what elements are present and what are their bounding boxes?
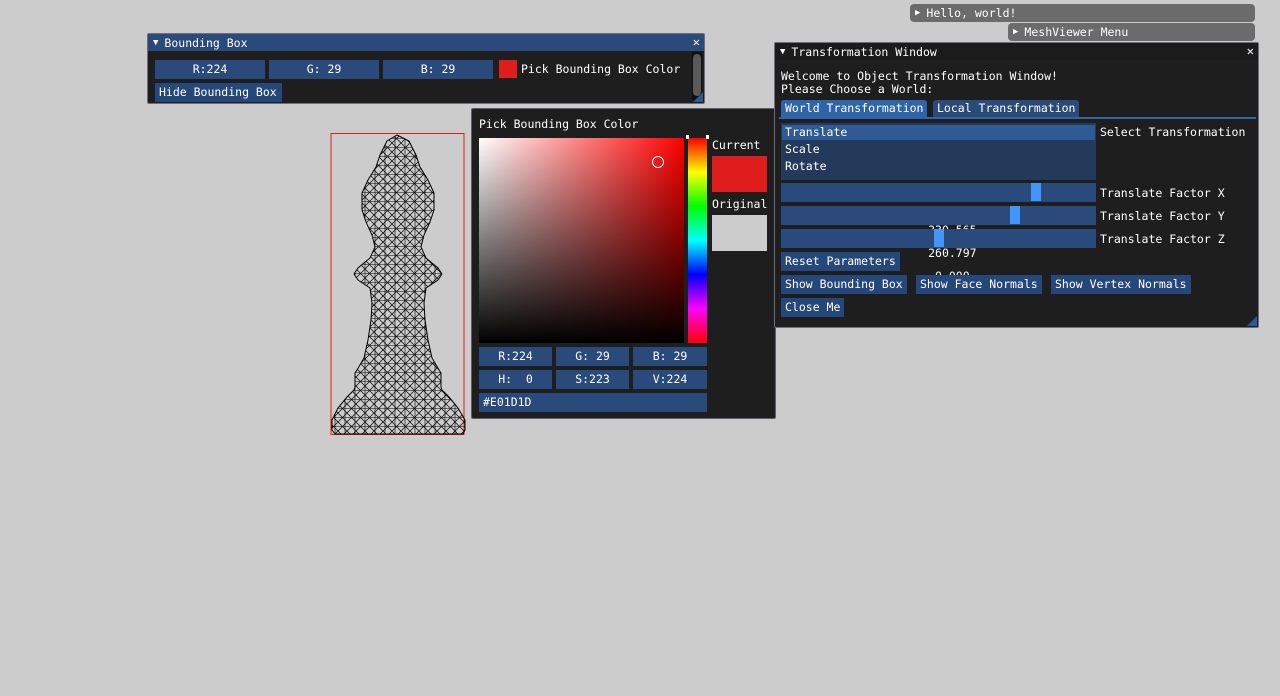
close-icon[interactable]: ✕ bbox=[1247, 43, 1254, 60]
show-face-normals-button[interactable]: Show Face Normals bbox=[916, 275, 1042, 294]
list-item-rotate[interactable]: Rotate bbox=[785, 159, 827, 173]
picker-v-field[interactable]: V:224 bbox=[633, 370, 707, 389]
bbox-g-field[interactable]: G: 29 bbox=[269, 60, 379, 79]
hide-bounding-box-button[interactable]: Hide Bounding Box bbox=[155, 83, 282, 102]
tab-world-transformation[interactable]: World Transformation bbox=[781, 100, 928, 117]
expand-arrow-icon: ▶ bbox=[915, 8, 921, 18]
pick-color-label: Pick Bounding Box Color bbox=[521, 62, 681, 76]
translate-z-slider[interactable]: 0.000 bbox=[781, 229, 1096, 283]
list-item-translate[interactable]: Translate bbox=[782, 125, 1095, 140]
picker-g-field[interactable]: G: 29 bbox=[556, 347, 629, 366]
current-color-swatch bbox=[712, 156, 767, 192]
mesh-viewport bbox=[330, 133, 466, 435]
translate-z-label: Translate Factor Z bbox=[1100, 232, 1225, 246]
bounding-box-titlebar[interactable]: ▼ Bounding Box ✕ bbox=[148, 34, 704, 51]
welcome-text: Welcome to Object Transformation Window! bbox=[781, 69, 1058, 83]
meshviewer-menu-title: MeshViewer Menu bbox=[1024, 25, 1129, 39]
resize-grip[interactable] bbox=[1247, 316, 1257, 326]
bishop-wireframe bbox=[332, 135, 465, 434]
meshviewer-menu-collapsed[interactable]: ▶ MeshViewer Menu bbox=[1008, 23, 1255, 41]
reset-parameters-button[interactable]: Reset Parameters bbox=[781, 252, 900, 271]
hex-input[interactable]: #E01D1D bbox=[479, 393, 707, 412]
show-vertex-normals-button[interactable]: Show Vertex Normals bbox=[1051, 275, 1191, 294]
current-label: Current bbox=[712, 138, 761, 152]
collapse-arrow-icon[interactable]: ▼ bbox=[153, 38, 158, 48]
hue-marker-icon[interactable] bbox=[686, 135, 709, 139]
original-color-swatch[interactable] bbox=[712, 215, 767, 251]
color-picker-title: Pick Bounding Box Color bbox=[479, 117, 639, 131]
color-picker-popup: Pick Bounding Box Color Current Original… bbox=[471, 108, 776, 419]
expand-arrow-icon: ▶ bbox=[1013, 27, 1019, 37]
picker-h-field[interactable]: H: 0 bbox=[479, 370, 552, 389]
list-item-scale[interactable]: Scale bbox=[785, 142, 820, 156]
translate-y-slider[interactable]: 260.797 bbox=[781, 206, 1096, 260]
saturation-value-square[interactable] bbox=[479, 138, 684, 343]
transformation-title: Transformation Window bbox=[791, 44, 937, 59]
resize-grip[interactable] bbox=[693, 92, 703, 102]
show-bounding-box-button[interactable]: Show Bounding Box bbox=[781, 275, 907, 294]
hello-world-window-collapsed[interactable]: ▶ Hello, world! bbox=[910, 4, 1255, 22]
bbox-color-swatch[interactable] bbox=[499, 60, 517, 78]
select-transformation-label: Select Transformation bbox=[1100, 125, 1246, 139]
translate-x-label: Translate Factor X bbox=[1100, 186, 1225, 200]
tab-local-transformation[interactable]: Local Transformation bbox=[933, 100, 1080, 117]
hello-world-title: Hello, world! bbox=[926, 6, 1017, 20]
close-me-button[interactable]: Close Me bbox=[781, 298, 845, 317]
collapse-arrow-icon[interactable]: ▼ bbox=[780, 47, 785, 57]
bbox-b-field[interactable]: B: 29 bbox=[383, 60, 493, 79]
transformation-window: ▼ Transformation Window ✕ Welcome to Obj… bbox=[774, 42, 1259, 328]
picker-b-field[interactable]: B: 29 bbox=[633, 347, 707, 366]
original-label: Original bbox=[712, 197, 768, 211]
bounding-box-window: ▼ Bounding Box ✕ R:224 G: 29 B: 29 Pick … bbox=[147, 33, 705, 104]
slider-grab[interactable] bbox=[934, 229, 944, 247]
tab-underline bbox=[779, 117, 1256, 119]
picker-cursor-icon[interactable] bbox=[652, 156, 664, 168]
scrollbar-thumb[interactable] bbox=[693, 54, 701, 96]
bbox-r-field[interactable]: R:224 bbox=[155, 60, 265, 79]
transformation-titlebar[interactable]: ▼ Transformation Window ✕ bbox=[775, 43, 1258, 60]
bounding-box-title: Bounding Box bbox=[164, 35, 248, 50]
translate-y-label: Translate Factor Y bbox=[1100, 209, 1225, 223]
close-icon[interactable]: ✕ bbox=[693, 34, 700, 51]
translate-x-slider[interactable]: 330.565 bbox=[781, 183, 1096, 237]
hue-bar[interactable] bbox=[688, 138, 707, 343]
slider-grab[interactable] bbox=[1031, 183, 1041, 201]
picker-r-field[interactable]: R:224 bbox=[479, 347, 552, 366]
choose-world-text: Please Choose a World: bbox=[781, 82, 934, 96]
slider-grab[interactable] bbox=[1010, 206, 1020, 224]
picker-s-field[interactable]: S:223 bbox=[556, 370, 629, 389]
